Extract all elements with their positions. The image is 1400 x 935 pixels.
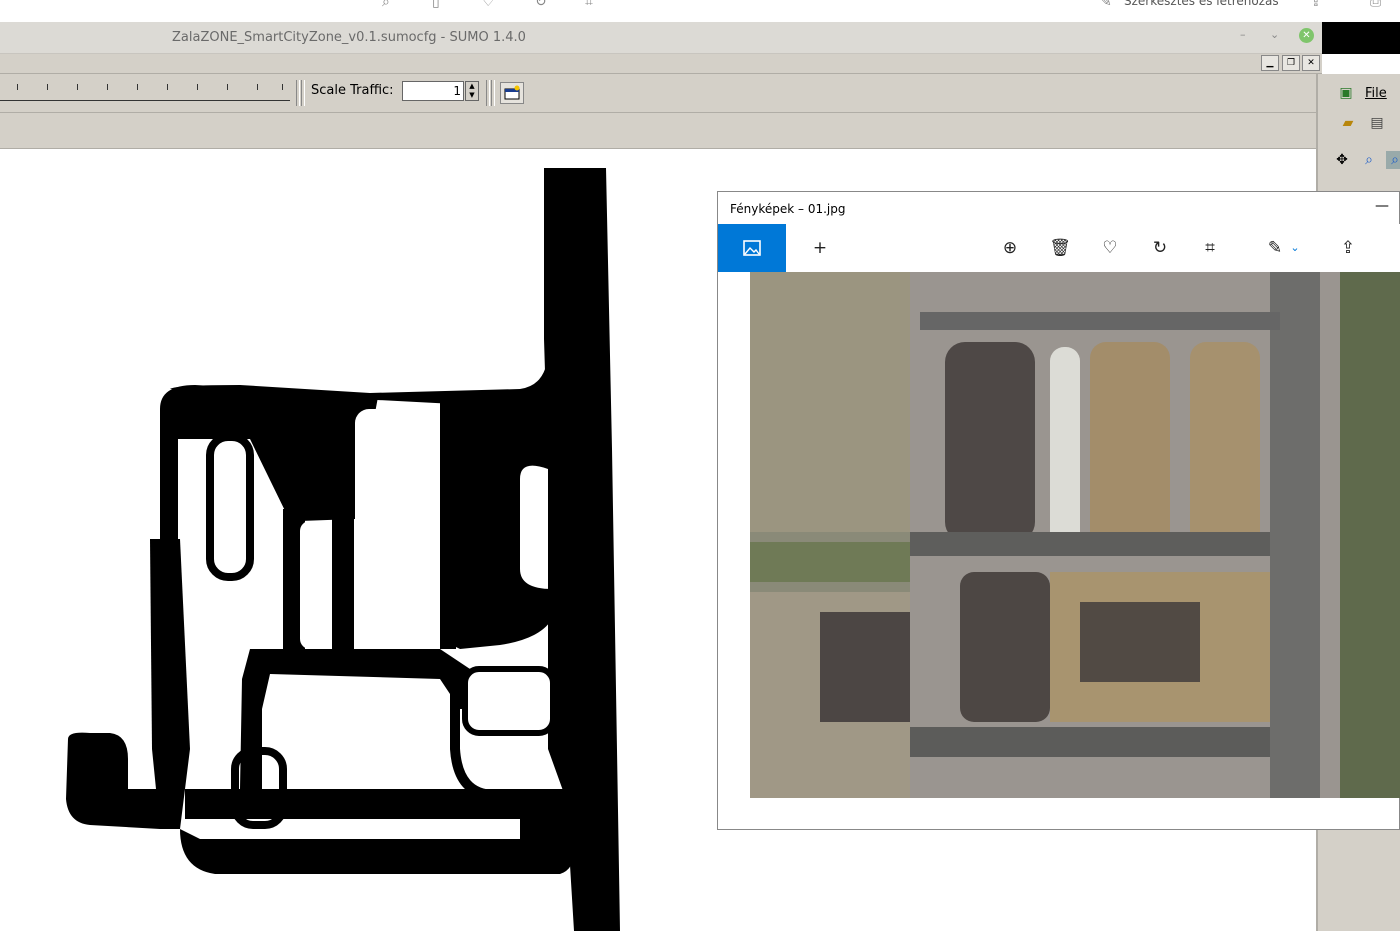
mdi-close-button[interactable]: ✕	[1302, 55, 1320, 71]
scale-traffic-label: Scale Traffic:	[311, 83, 394, 98]
toolbar-separator	[296, 80, 300, 106]
scale-traffic-input[interactable]: 1	[402, 81, 464, 101]
loop-1	[206, 433, 254, 581]
open-folder-icon[interactable]: ▰	[1339, 114, 1357, 132]
sumo-toolbar-row-2	[0, 113, 1316, 149]
sumo-window-title: ZalaZONE_SmartCityZone_v0.1.sumocfg - SU…	[172, 30, 526, 45]
zoom-in-icon[interactable]: ⊕	[998, 236, 1022, 260]
mdi-minimize-button[interactable]: ▁	[1261, 55, 1279, 71]
trash-icon[interactable]: ▯	[432, 0, 440, 10]
block-white-2	[300, 521, 332, 649]
delay-slider[interactable]	[0, 84, 290, 101]
sumo-titlebar: ZalaZONE_SmartCityZone_v0.1.sumocfg - SU…	[0, 22, 1322, 54]
sumo-toolbar: Scale Traffic: 1 ▲ ▼	[0, 74, 1322, 113]
add-button[interactable]: +	[808, 236, 832, 260]
inspect-icon[interactable]: ⌕	[1386, 151, 1400, 169]
zoom-icon[interactable]: ⌕	[382, 0, 390, 10]
road-v3	[440, 399, 456, 649]
desktop-strip	[1322, 54, 1400, 74]
photos-window-title: Fényképek – 01.jpg	[730, 202, 846, 216]
road-v2	[332, 509, 354, 649]
road-west	[150, 539, 190, 829]
minimize-button[interactable]: –	[1240, 28, 1246, 41]
scale-traffic-spinner[interactable]: ▲ ▼	[465, 81, 479, 101]
photos-minimize-button[interactable]: —	[1375, 198, 1389, 214]
trash-icon[interactable]: 🗑︎	[1048, 236, 1072, 260]
spinner-up-icon[interactable]: ▲	[466, 82, 478, 91]
toolbar-separator	[491, 80, 495, 106]
spinner-down-icon[interactable]: ▼	[466, 91, 478, 100]
aerial-photo-image	[750, 272, 1400, 798]
chevron-down-icon[interactable]: ⌄	[1283, 236, 1307, 260]
new-window-icon	[504, 85, 520, 100]
photos-collection-button[interactable]	[718, 224, 786, 272]
restore-button[interactable]: ⌄	[1270, 28, 1279, 41]
toolbar-separator	[301, 80, 305, 106]
app-icon: ▣	[1339, 85, 1353, 101]
photos-window: Fényképek – 01.jpg — + ⊕ 🗑︎ ♡ ↻ ⌗ ✎ ⌄ ⇪	[717, 191, 1400, 830]
print-icon[interactable]: ⎙	[1370, 0, 1381, 10]
close-button[interactable]: ✕	[1299, 28, 1314, 43]
search-icon[interactable]: ⌕	[1360, 151, 1378, 169]
road-ne	[440, 399, 553, 649]
rotate-icon[interactable]: ↻	[535, 0, 547, 10]
share-icon[interactable]: ⇪	[1310, 0, 1322, 10]
crop-icon[interactable]: ⌗	[585, 0, 593, 10]
rotate-icon[interactable]: ↻	[1148, 236, 1172, 260]
crop-icon[interactable]: ⌗	[1198, 236, 1222, 260]
menu-file[interactable]: File	[1365, 86, 1387, 101]
aerial-photo	[750, 272, 1400, 798]
desktop-background	[1322, 22, 1400, 54]
mdi-controls-bar: ▁ ❐ ✕	[0, 54, 1322, 74]
edit-create-icon[interactable]: ✎	[1100, 0, 1112, 10]
mdi-restore-button[interactable]: ❐	[1282, 55, 1300, 71]
road-loop-sw	[66, 732, 160, 829]
heart-icon[interactable]: ♡	[482, 0, 495, 10]
toolbar-separator	[486, 80, 490, 106]
move-icon[interactable]: ✥	[1333, 151, 1351, 169]
share-icon[interactable]: ⇪	[1336, 236, 1360, 260]
loop-3	[462, 666, 556, 736]
image-icon	[743, 240, 761, 256]
open-network-icon[interactable]: ▤	[1368, 114, 1386, 132]
background-window-toolbar: ⌕ ▯ ♡ ↻ ⌗ ✎ Szerkesztés és létrehozás ⇪ …	[0, 0, 1400, 22]
edit-create-label[interactable]: Szerkesztés és létrehozás	[1124, 0, 1279, 8]
heart-icon[interactable]: ♡	[1098, 236, 1122, 260]
block-white	[355, 409, 440, 649]
photos-toolbar: + ⊕ 🗑︎ ♡ ↻ ⌗ ✎ ⌄ ⇪	[718, 224, 1400, 272]
new-view-button[interactable]	[500, 82, 524, 104]
